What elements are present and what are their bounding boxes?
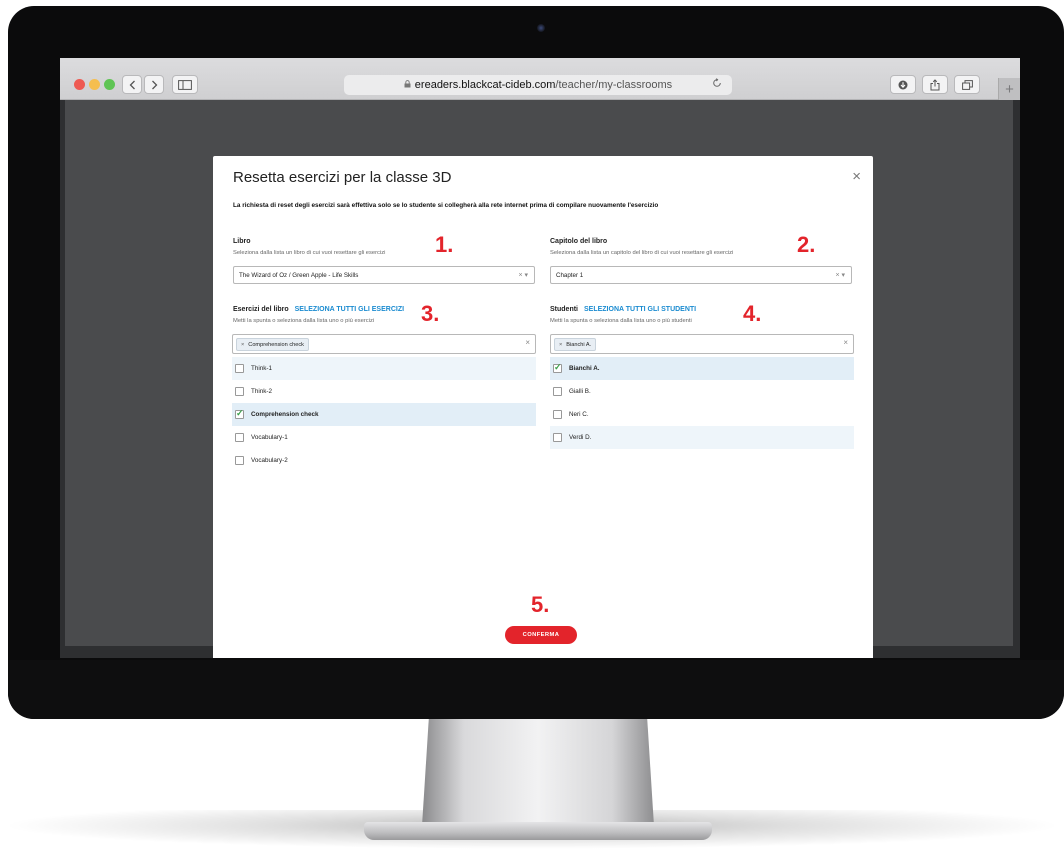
checkbox[interactable] bbox=[235, 364, 244, 373]
step-2: 2. bbox=[797, 232, 816, 257]
sidebar-button[interactable] bbox=[172, 75, 198, 94]
exercises-multiselect[interactable]: × Comprehension check × bbox=[232, 334, 536, 354]
checkbox[interactable] bbox=[553, 387, 562, 396]
chevron-left-icon bbox=[129, 80, 135, 89]
check-icon: ✓ bbox=[554, 362, 562, 372]
new-tab-button[interactable]: + bbox=[998, 78, 1020, 100]
chapter-select-controls[interactable]: × ▾ bbox=[835, 271, 845, 279]
exercise-option-label: Comprehension check bbox=[251, 411, 319, 418]
forward-button[interactable] bbox=[144, 75, 164, 94]
lock-icon bbox=[404, 80, 411, 90]
minimize-window-button[interactable] bbox=[89, 79, 100, 90]
book-select-controls[interactable]: × ▾ bbox=[518, 271, 528, 279]
checkbox-checked[interactable]: ✓ bbox=[235, 408, 244, 419]
exercise-option[interactable]: ✓ Comprehension check bbox=[232, 403, 536, 426]
reset-exercises-modal: Resetta esercizi per la classe 3D × La r… bbox=[213, 156, 873, 658]
student-option-label: Bianchi A. bbox=[569, 365, 600, 372]
exercise-option[interactable]: Vocabulary-2 bbox=[232, 449, 536, 472]
close-window-button[interactable] bbox=[74, 79, 85, 90]
browser-toolbar: ereaders.blackcat-cideb.com/teacher/my-c… bbox=[60, 58, 1020, 100]
student-option[interactable]: Verdi D. bbox=[550, 426, 854, 449]
student-chip: × Bianchi A. bbox=[554, 338, 597, 351]
close-icon[interactable]: × bbox=[852, 168, 861, 185]
students-multiselect[interactable]: × Bianchi A. × bbox=[550, 334, 854, 354]
exercises-label: Esercizi del libro SELEZIONA TUTTI GLI ES… bbox=[233, 306, 404, 313]
book-select-value: The Wizard of Oz / Green Apple - Life Sk… bbox=[239, 271, 359, 279]
clear-exercises-icon[interactable]: × bbox=[525, 338, 530, 347]
exercise-option[interactable]: Think-2 bbox=[232, 380, 536, 403]
exercise-option[interactable]: Think-1 bbox=[232, 357, 536, 380]
checkbox[interactable] bbox=[235, 433, 244, 442]
monitor-chin bbox=[8, 660, 1064, 719]
checkbox[interactable] bbox=[553, 410, 562, 419]
chapter-select[interactable]: Chapter 1 × ▾ bbox=[550, 266, 852, 284]
select-all-exercises-link[interactable]: SELEZIONA TUTTI GLI ESERCIZI bbox=[295, 306, 404, 313]
reload-icon[interactable] bbox=[712, 77, 722, 91]
select-all-students-link[interactable]: SELEZIONA TUTTI GLI STUDENTI bbox=[584, 306, 696, 313]
exercise-chip: × Comprehension check bbox=[236, 338, 309, 351]
exercise-option[interactable]: Vocabulary-1 bbox=[232, 426, 536, 449]
confirm-button[interactable]: CONFERMA bbox=[505, 626, 577, 644]
book-select[interactable]: The Wizard of Oz / Green Apple - Life Sk… bbox=[233, 266, 535, 284]
checkbox[interactable] bbox=[553, 433, 562, 442]
chapter-label: Capitolo del libro bbox=[550, 238, 608, 245]
student-option[interactable]: Neri C. bbox=[550, 403, 854, 426]
exercise-option-label: Think-2 bbox=[251, 388, 272, 395]
chevron-right-icon bbox=[151, 80, 157, 89]
student-option-label: Verdi D. bbox=[569, 434, 592, 441]
modal-title: Resetta esercizi per la classe 3D bbox=[233, 169, 452, 186]
book-hint: Seleziona dalla lista un libro di cui vu… bbox=[233, 250, 386, 256]
step-1: 1. bbox=[435, 232, 454, 257]
book-label: Libro bbox=[233, 238, 251, 245]
zoom-window-button[interactable] bbox=[104, 79, 115, 90]
students-label-text: Studenti bbox=[550, 306, 578, 313]
page-overlay: Resetta esercizi per la classe 3D × La r… bbox=[65, 100, 1013, 658]
downloads-button[interactable] bbox=[890, 75, 916, 94]
student-option-label: Gialli B. bbox=[569, 388, 591, 395]
checkbox[interactable] bbox=[235, 387, 244, 396]
back-button[interactable] bbox=[122, 75, 142, 94]
check-icon: ✓ bbox=[236, 408, 244, 418]
exercise-option-label: Vocabulary-2 bbox=[251, 457, 288, 464]
url-host: ereaders.blackcat-cideb.com bbox=[414, 79, 556, 91]
monitor-stand-base bbox=[364, 822, 712, 840]
share-button[interactable] bbox=[922, 75, 948, 94]
tabs-icon bbox=[961, 79, 973, 90]
checkbox[interactable] bbox=[235, 456, 244, 465]
share-icon bbox=[930, 78, 940, 90]
student-option[interactable]: ✓ Bianchi A. bbox=[550, 357, 854, 380]
step-4: 4. bbox=[743, 301, 762, 326]
student-option[interactable]: Gialli B. bbox=[550, 380, 854, 403]
students-label: Studenti SELEZIONA TUTTI GLI STUDENTI bbox=[550, 306, 696, 313]
reset-notice: La richiesta di reset degli esercizi sar… bbox=[233, 202, 659, 209]
tabs-button[interactable] bbox=[954, 75, 980, 94]
step-5: 5. bbox=[531, 592, 550, 617]
monitor-stand bbox=[422, 716, 654, 826]
sidebar-icon bbox=[178, 79, 192, 90]
students-hint: Metti la spunta o seleziona dalla lista … bbox=[550, 318, 692, 324]
step-3: 3. bbox=[421, 301, 440, 326]
student-chip-label: Bianchi A. bbox=[566, 341, 592, 348]
camera-icon bbox=[537, 24, 545, 32]
exercises-label-text: Esercizi del libro bbox=[233, 306, 289, 313]
screen: ereaders.blackcat-cideb.com/teacher/my-c… bbox=[60, 58, 1020, 658]
chip-remove-icon[interactable]: × bbox=[559, 342, 562, 348]
url-path: /teacher/my-classrooms bbox=[555, 79, 673, 91]
download-icon bbox=[898, 80, 908, 89]
chip-remove-icon[interactable]: × bbox=[241, 342, 244, 348]
student-option-label: Neri C. bbox=[569, 411, 589, 418]
address-bar[interactable]: ereaders.blackcat-cideb.com/teacher/my-c… bbox=[344, 75, 732, 95]
exercises-hint: Metti la spunta o seleziona dalla lista … bbox=[233, 318, 375, 324]
exercise-chip-label: Comprehension check bbox=[248, 341, 304, 348]
exercise-option-label: Vocabulary-1 bbox=[251, 434, 288, 441]
chapter-select-value: Chapter 1 bbox=[556, 271, 584, 279]
exercise-option-label: Think-1 bbox=[251, 365, 272, 372]
checkbox-checked[interactable]: ✓ bbox=[553, 362, 562, 373]
clear-students-icon[interactable]: × bbox=[843, 338, 848, 347]
chapter-hint: Seleziona dalla lista un capitolo del li… bbox=[550, 250, 734, 256]
